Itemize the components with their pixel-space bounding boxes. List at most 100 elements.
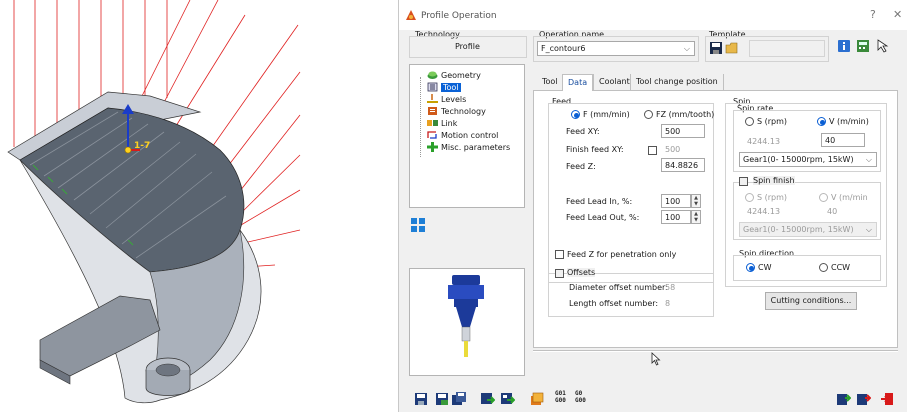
spin-ccw-radio[interactable]: [819, 263, 828, 272]
gcode-label-2a: G0: [575, 390, 583, 397]
tree-item-label: Motion control: [441, 130, 499, 140]
levels-icon: [427, 94, 438, 103]
spin-s-radio[interactable]: [745, 117, 754, 126]
finish-feed-xy-checkbox[interactable]: [648, 146, 657, 155]
open-template-icon[interactable]: [725, 41, 739, 55]
separator: [533, 350, 898, 352]
dialog-title: Profile Operation: [421, 11, 497, 21]
feed-lead-out-spinner[interactable]: ▲ ▼: [691, 210, 701, 224]
tree-item-motion-control[interactable]: Motion control: [427, 129, 498, 141]
exit-icon[interactable]: [880, 392, 894, 406]
spin-ccw-label: CCW: [831, 263, 851, 272]
ok-icon[interactable]: [837, 392, 851, 406]
triad-label: 1-7: [134, 141, 151, 151]
feed-z-input[interactable]: 84.8826: [661, 158, 705, 172]
operation-name-input[interactable]: F_contour6 ⌵: [537, 41, 695, 56]
info-icon[interactable]: [837, 39, 851, 53]
feed-z-penetration-checkbox[interactable]: [555, 250, 564, 259]
link-icon: [427, 120, 438, 126]
tree-item-geometry[interactable]: Geometry: [427, 69, 481, 81]
tree-item-link[interactable]: Link: [427, 117, 457, 129]
finish-feed-xy-value: 500: [665, 145, 681, 154]
feed-lead-in-input[interactable]: 100: [661, 194, 691, 208]
app-icon: [406, 10, 416, 20]
feed-z-value: 84.8826: [665, 161, 699, 170]
tree-item-misc-parameters[interactable]: Misc. parameters: [427, 141, 510, 153]
tab-data[interactable]: Data: [562, 74, 594, 91]
close-button[interactable]: ✕: [893, 8, 902, 21]
model-viewport[interactable]: 1-7: [0, 0, 400, 412]
feed-xy-value: 500: [665, 127, 681, 136]
title-bar: Profile Operation ? ✕: [399, 0, 907, 30]
bottom-toolbar: [399, 384, 907, 412]
feed-xy-input[interactable]: 500: [661, 124, 705, 138]
spin-finish-gear-select: Gear1(0- 15000rpm, 15kW) ⌵: [739, 222, 877, 237]
spin-finish-checkbox[interactable]: [739, 177, 748, 186]
feed-fz-radio-label: FZ (mm/tooth): [656, 110, 715, 119]
feed-fz-radio[interactable]: [644, 110, 653, 119]
gcode-preview-button[interactable]: G01 G00: [555, 390, 566, 404]
spin-finish-v-radio: [819, 193, 828, 202]
tool-icon: [427, 82, 438, 92]
spin-s-value: 4244.13: [747, 137, 781, 146]
save-as-icon[interactable]: [435, 392, 449, 406]
spin-finish-v-label: V (m/min: [831, 193, 868, 202]
spin-v-radio-label: V (m/min): [829, 117, 869, 126]
spin-finish-s-value: 4244.13: [747, 207, 781, 216]
spin-direction-group: [733, 255, 881, 281]
cutting-conditions-button[interactable]: Cutting conditions...: [765, 292, 857, 310]
feed-f-radio-label: F (mm/min): [583, 110, 630, 119]
feed-z-penetration-label: Feed Z for penetration only: [567, 250, 677, 259]
save-icon[interactable]: [414, 392, 428, 406]
tree-item-label: Technology: [441, 106, 486, 116]
spin-finish-v-value: 40: [827, 207, 838, 216]
feed-lead-out-input[interactable]: 100: [661, 210, 691, 224]
gcode-label-1a: G01: [555, 390, 566, 397]
calculator-icon[interactable]: [856, 39, 870, 53]
feed-f-radio[interactable]: [571, 110, 580, 119]
offsets-checkbox[interactable]: [555, 269, 564, 278]
tab-tool[interactable]: Tool: [537, 74, 563, 91]
tool-preview: [409, 268, 525, 376]
spin-cw-label: CW: [758, 263, 772, 272]
tab-tool-change-position[interactable]: Tool change position: [630, 74, 724, 91]
pointer-tool-icon[interactable]: [875, 39, 889, 53]
spin-finish-label: Spin finish: [753, 176, 795, 185]
feed-lead-in-spinner[interactable]: ▲ ▼: [691, 194, 701, 208]
save-all-icon[interactable]: [452, 392, 466, 406]
help-button[interactable]: ?: [870, 8, 876, 21]
calculate-and-close-icon[interactable]: [501, 392, 515, 406]
gear-select[interactable]: Gear1(0- 15000rpm, 15kW) ⌵: [739, 152, 877, 167]
feed-lead-out-value: 100: [665, 213, 681, 222]
profile-operation-dialog: Profile Operation ? ✕ Technology Profile…: [398, 0, 907, 412]
apply-icon[interactable]: [857, 392, 871, 406]
template-name-field: [749, 40, 825, 57]
length-offset-value: 8: [665, 299, 671, 308]
calculate-icon[interactable]: [481, 392, 495, 406]
spin-v-input[interactable]: 40: [821, 133, 865, 147]
gcode-edit-button[interactable]: G0 G00: [575, 390, 586, 404]
tree-item-tool[interactable]: Tool: [427, 81, 461, 93]
part-model-graphic: [7, 0, 301, 404]
length-offset-label: Length offset number:: [569, 299, 659, 308]
spin-v-value: 40: [825, 136, 836, 145]
spin-finish-gear-value: Gear1(0- 15000rpm, 15kW): [743, 225, 854, 234]
tab-coolant[interactable]: Coolant: [593, 74, 635, 91]
offsets-group: [548, 273, 714, 317]
spin-cw-radio[interactable]: [746, 263, 755, 272]
tree-item-technology[interactable]: Technology: [427, 105, 486, 117]
layout-grid-icon[interactable]: [411, 218, 425, 232]
technology-value: Profile: [455, 42, 480, 51]
tree-item-label: Link: [441, 118, 458, 128]
spin-v-radio[interactable]: [817, 117, 826, 126]
save-template-icon[interactable]: [709, 41, 723, 55]
tree-item-levels[interactable]: Levels: [427, 93, 466, 105]
chevron-down-icon: ⌵: [683, 44, 690, 53]
mouse-cursor-icon: [651, 352, 661, 366]
simulate-icon[interactable]: [530, 392, 544, 406]
feed-lead-in-value: 100: [665, 197, 681, 206]
diameter-offset-label: Diameter offset number:: [569, 283, 668, 292]
spin-finish-s-radio: [745, 193, 754, 202]
operation-name-value: F_contour6: [541, 44, 586, 53]
feed-lead-out-label: Feed Lead Out, %:: [566, 213, 640, 222]
